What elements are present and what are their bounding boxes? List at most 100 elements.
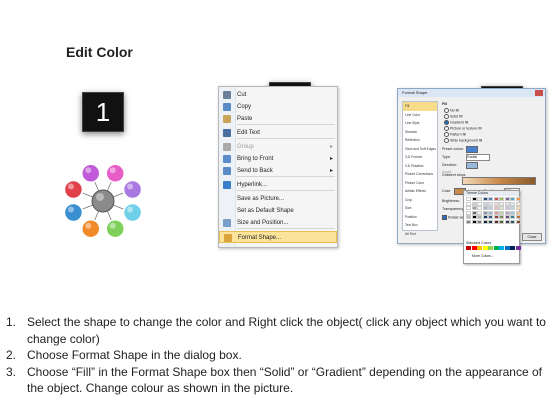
petal-circle[interactable] — [63, 202, 84, 223]
close-icon[interactable] — [535, 90, 543, 96]
petal-circle[interactable] — [81, 218, 101, 239]
petal-circle[interactable] — [122, 179, 143, 200]
theme-color-swatch[interactable] — [510, 206, 515, 210]
standard-color-swatch[interactable] — [504, 246, 510, 250]
color-diagram[interactable] — [58, 160, 148, 242]
petal-circle[interactable] — [105, 163, 125, 184]
theme-color-swatch[interactable] — [482, 206, 488, 210]
theme-color-swatch[interactable] — [504, 206, 510, 210]
menu-item-save-as-picture[interactable]: Save as Picture... — [219, 193, 337, 205]
type-select[interactable]: Radial — [466, 154, 490, 161]
theme-color-swatch[interactable] — [499, 219, 504, 224]
theme-color-swatch[interactable] — [515, 197, 521, 201]
theme-color-swatch[interactable] — [510, 201, 515, 206]
petal-circle[interactable] — [105, 218, 125, 239]
theme-color-swatch[interactable] — [515, 215, 521, 219]
standard-color-swatch[interactable] — [510, 246, 515, 250]
direction-button[interactable] — [466, 162, 478, 169]
theme-color-swatch[interactable] — [499, 206, 504, 210]
more-colors-link[interactable]: More Colors... — [472, 254, 494, 258]
menu-item-format-shape[interactable]: Format Shape... — [219, 231, 337, 243]
theme-color-swatch[interactable] — [488, 215, 493, 219]
theme-color-swatch[interactable] — [466, 206, 471, 210]
standard-color-swatch[interactable] — [466, 246, 471, 250]
theme-color-swatch[interactable] — [477, 201, 482, 206]
petal-circle[interactable] — [81, 163, 101, 184]
theme-color-swatch[interactable] — [499, 215, 504, 219]
nav-item-crop[interactable]: Crop — [403, 196, 437, 205]
standard-color-swatch[interactable] — [477, 246, 482, 250]
theme-color-swatch[interactable] — [515, 206, 521, 210]
theme-color-swatch[interactable] — [477, 197, 482, 201]
theme-color-swatch[interactable] — [466, 197, 471, 201]
theme-color-swatch[interactable] — [504, 215, 510, 219]
standard-color-swatch[interactable] — [471, 246, 477, 250]
nav-item-fill[interactable]: Fill — [403, 102, 437, 111]
theme-color-swatch[interactable] — [499, 197, 504, 201]
center-circle[interactable] — [91, 189, 115, 213]
nav-item-artistic-effects[interactable]: Artistic Effects — [403, 187, 437, 196]
nav-item-3-d-format[interactable]: 3-D Format — [403, 153, 437, 162]
theme-color-swatch[interactable] — [504, 197, 510, 201]
theme-color-swatch[interactable] — [504, 210, 510, 215]
close-button[interactable]: Close — [522, 233, 542, 241]
menu-item-group[interactable]: Group ▸ — [219, 141, 337, 153]
preset-colors-button[interactable] — [466, 146, 478, 153]
theme-color-swatch[interactable] — [510, 197, 515, 201]
fill-option-solid-fill[interactable]: Solid fill — [444, 114, 462, 119]
theme-color-swatch[interactable] — [471, 201, 477, 206]
fill-option-pattern-fill[interactable]: Pattern fill — [444, 132, 466, 137]
theme-color-swatch[interactable] — [477, 206, 482, 210]
theme-color-swatch[interactable] — [515, 201, 521, 206]
theme-color-swatch[interactable] — [471, 206, 477, 210]
menu-item-bring-to-front[interactable]: Bring to Front ▸ — [219, 153, 337, 165]
menu-item-cut[interactable]: Cut — [219, 89, 337, 101]
nav-item-position[interactable]: Position — [403, 213, 437, 222]
theme-color-swatch[interactable] — [515, 210, 521, 215]
nav-item-reflection[interactable]: Reflection — [403, 136, 437, 145]
theme-color-swatch[interactable] — [510, 210, 515, 215]
theme-color-swatch[interactable] — [482, 201, 488, 206]
nav-item-picture-corrections[interactable]: Picture Corrections — [403, 170, 437, 179]
nav-item-line-color[interactable]: Line Color — [403, 111, 437, 120]
theme-color-swatch[interactable] — [466, 219, 471, 224]
theme-color-swatch[interactable] — [510, 215, 515, 219]
theme-color-swatch[interactable] — [504, 219, 510, 224]
theme-color-swatch[interactable] — [482, 210, 488, 215]
theme-color-swatch[interactable] — [493, 219, 499, 224]
nav-item-picture-color[interactable]: Picture Color — [403, 179, 437, 188]
nav-item-3-d-rotation[interactable]: 3-D Rotation — [403, 162, 437, 171]
petal-circle[interactable] — [63, 179, 84, 200]
theme-color-swatch[interactable] — [488, 206, 493, 210]
fill-option-picture-or-texture-fill[interactable]: Picture or texture fill — [444, 126, 482, 131]
fill-option-no-fill[interactable]: No fill — [444, 108, 459, 113]
theme-color-swatch[interactable] — [493, 197, 499, 201]
theme-color-swatch[interactable] — [471, 215, 477, 219]
theme-color-swatch[interactable] — [499, 201, 504, 206]
theme-color-swatch[interactable] — [482, 219, 488, 224]
nav-item-glow-and-soft-edges[interactable]: Glow and Soft Edges — [403, 145, 437, 154]
theme-color-swatch[interactable] — [482, 197, 488, 201]
theme-color-swatch[interactable] — [493, 210, 499, 215]
theme-color-swatch[interactable] — [493, 215, 499, 219]
theme-color-swatch[interactable] — [482, 215, 488, 219]
nav-item-alt-text[interactable]: Alt Text — [403, 230, 437, 239]
theme-color-swatch[interactable] — [477, 215, 482, 219]
menu-item-set-as-default-shape[interactable]: Set as Default Shape — [219, 205, 337, 217]
theme-color-swatch[interactable] — [466, 210, 471, 215]
theme-color-swatch[interactable] — [466, 215, 471, 219]
theme-color-swatch[interactable] — [504, 201, 510, 206]
nav-item-text-box[interactable]: Text Box — [403, 221, 437, 230]
theme-color-swatch[interactable] — [471, 197, 477, 201]
theme-color-swatch[interactable] — [471, 219, 477, 224]
standard-color-swatch[interactable] — [488, 246, 493, 250]
theme-color-swatch[interactable] — [499, 210, 504, 215]
nav-item-shadow[interactable]: Shadow — [403, 128, 437, 137]
theme-color-swatch[interactable] — [466, 201, 471, 206]
theme-color-swatch[interactable] — [515, 219, 521, 224]
fill-option-slide-background-fill[interactable]: Slide background fill — [444, 138, 482, 143]
petal-circle[interactable] — [122, 202, 143, 223]
theme-color-swatch[interactable] — [488, 201, 493, 206]
theme-color-swatch[interactable] — [488, 219, 493, 224]
standard-color-swatch[interactable] — [493, 246, 499, 250]
